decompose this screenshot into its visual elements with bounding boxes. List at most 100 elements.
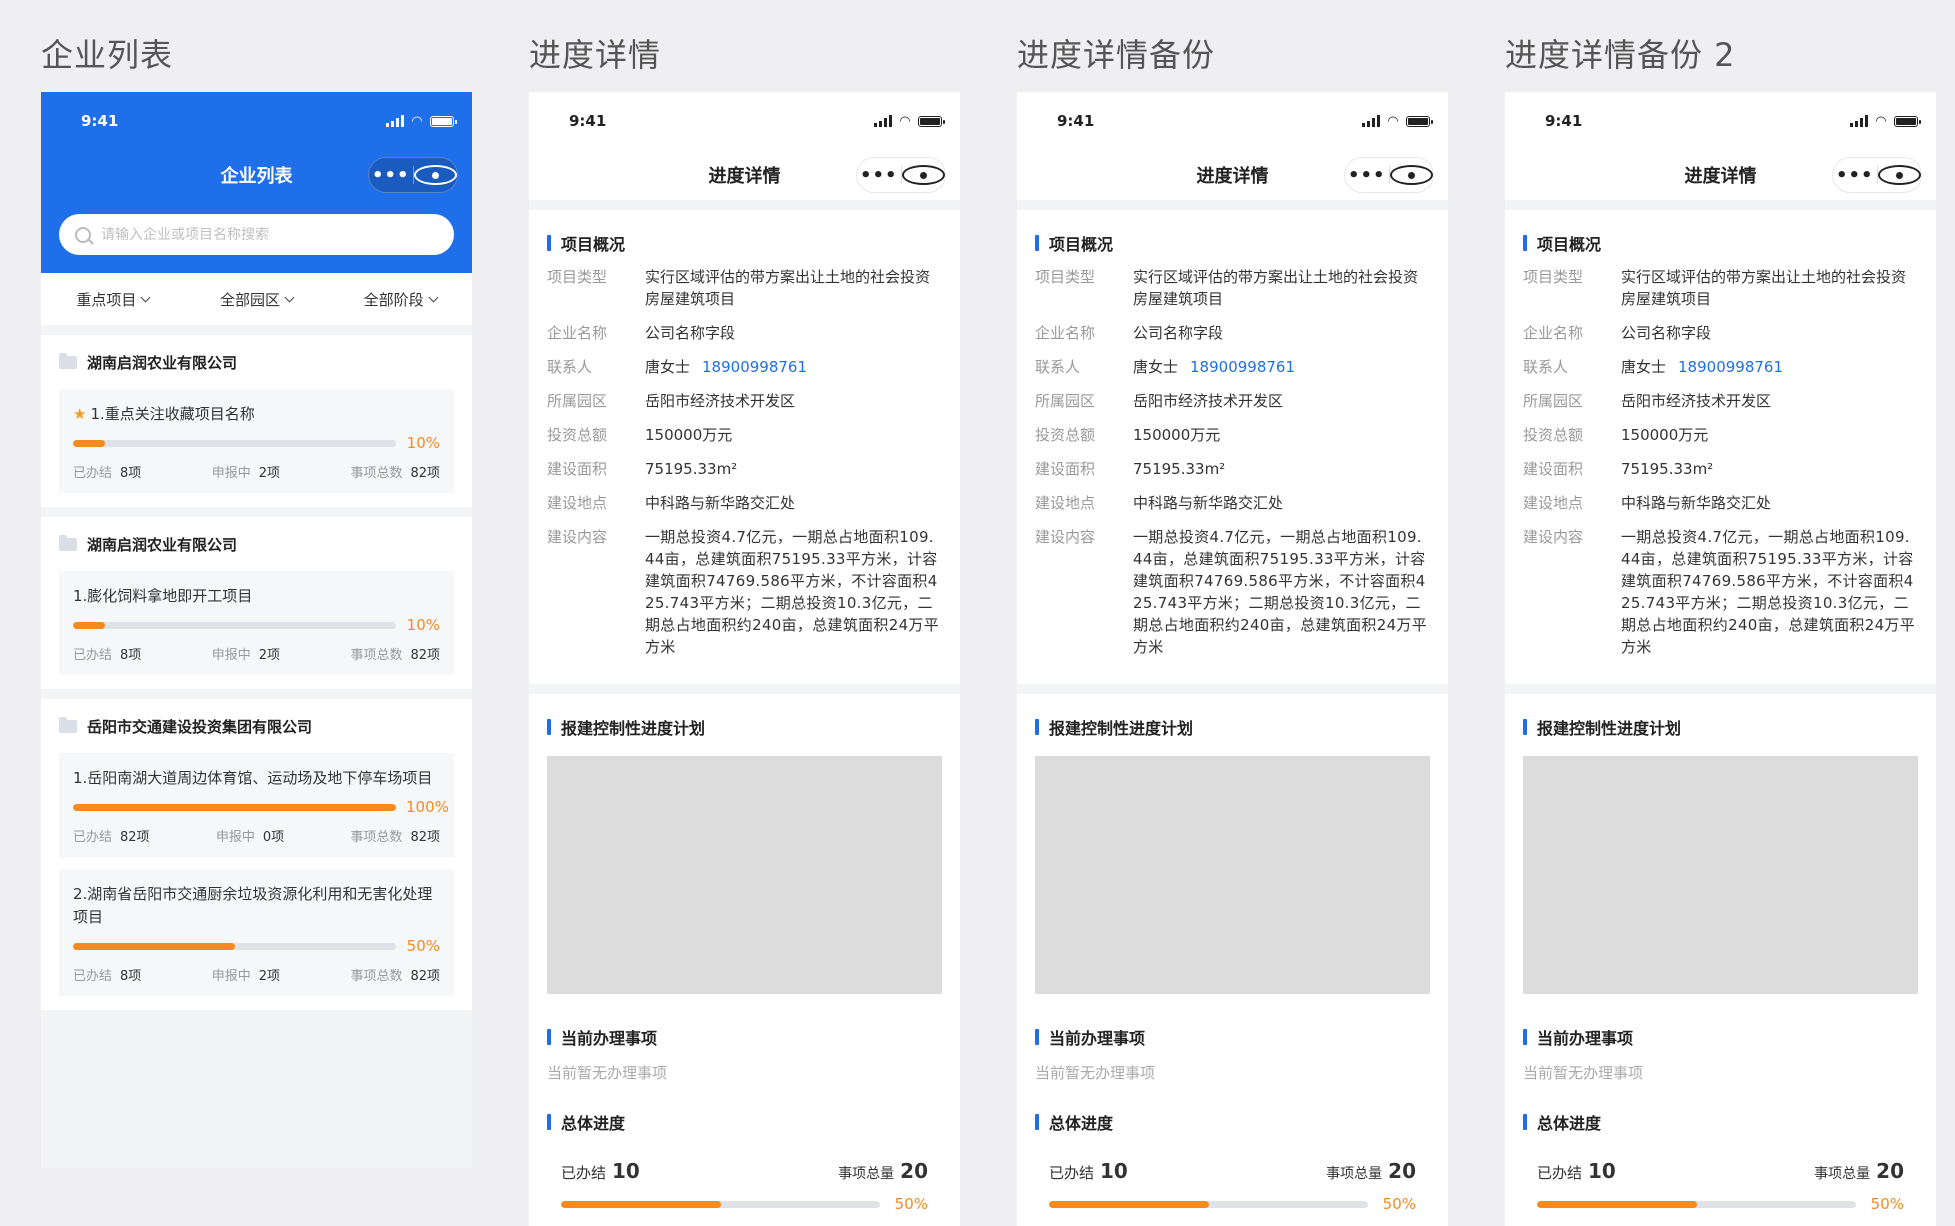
stat-reporting: 申报中 2项 [212,965,280,984]
search-input[interactable] [101,226,438,243]
field-value-text: 150000万元 [1133,426,1221,444]
project-name-text: 1.重点关注收藏项目名称 [90,405,255,423]
stat-done: 已办结 8项 [73,462,141,481]
contact-phone-link[interactable]: 18900998761 [702,358,807,376]
project-item[interactable]: 1.膨化饲料拿地即开工项目 10% 已办结 8项 申报中 2项 事项总数 82项 [59,571,454,675]
field-key: 建设内容 [1035,528,1096,546]
more-icon[interactable]: ••• [857,165,901,186]
stat-reporting: 申报中 0项 [216,826,284,845]
progress-track [1049,1200,1368,1208]
total-progress-bar: 50% [1035,1183,1430,1213]
header: 9:41 ◠ 进度详情 ••• [529,92,960,200]
progress-card: 报建控制性进度计划 当前办理事项 当前暂无办理事项 总体进度 已办结 10 事项总… [529,694,960,1226]
total-progress-counts: 已办结 10 事项总量 20 [1035,1145,1430,1183]
battery-icon [430,115,457,127]
company-name: 湖南启润农业有限公司 [87,353,238,372]
nav-title: 进度详情 [708,166,781,187]
field-key: 建设内容 [1523,528,1584,546]
progress-card: 报建控制性进度计划 当前办理事项 当前暂无办理事项 总体进度 已办结 10 事项总… [1017,694,1448,1226]
stat-label: 事项总数 [350,830,403,845]
field-value: 唐女士 18900998761 [1133,356,1430,378]
field-value-text: 中科路与新华路交汇处 [1621,494,1772,512]
stat-value: 8项 [120,969,142,984]
close-target-icon[interactable] [1877,165,1921,185]
field-key: 所属园区 [1523,392,1584,410]
field-key: 建设面积 [1035,460,1096,478]
done-count: 已办结 10 [1049,1159,1128,1183]
mini-program-capsule: ••• [856,157,946,193]
project-name: ★ 1.重点关注收藏项目名称 [73,403,440,426]
field-value-text: 公司名称字段 [1133,324,1224,342]
contact-phone-link[interactable]: 18900998761 [1678,358,1783,376]
header: 9:41 ◠ 企业列表 ••• [41,92,472,273]
field-row: 企业名称 公司名称字段 [1523,322,1918,344]
status-bar: 9:41 ◠ [1017,92,1448,150]
progress-fill [73,803,396,811]
field-key: 所属园区 [547,392,608,410]
project-stats: 已办结 8项 申报中 2项 事项总数 82项 [73,644,440,663]
field-row: 所属园区 岳阳市经济技术开发区 [547,390,942,412]
stat-value: 82项 [410,648,440,663]
field-row: 建设地点 中科路与新华路交汇处 [1035,492,1430,514]
filter-stage[interactable]: 全部阶段 [364,289,439,310]
battery-icon [1406,115,1433,127]
field-row: 建设内容 一期总投资4.7亿元，一期总占地面积109.44亩，总建筑面积75195… [547,526,942,658]
company-header[interactable]: 湖南启润农业有限公司 [59,517,454,571]
field-key: 所属园区 [1035,392,1096,410]
folder-icon [59,352,77,369]
star-icon[interactable]: ★ [73,403,86,426]
field-value: 中科路与新华路交汇处 [1621,492,1918,514]
folder-icon [59,534,77,551]
chevron-down-icon [140,292,151,302]
more-icon[interactable]: ••• [1833,165,1877,186]
close-target-icon[interactable] [901,165,945,185]
close-target-icon[interactable] [1389,165,1433,185]
status-time: 9:41 [569,112,607,130]
field-value-text: 唐女士 [645,358,691,376]
close-target-icon[interactable] [413,165,457,185]
company-header[interactable]: 岳阳市交通建设投资集团有限公司 [59,699,454,753]
stat-label: 已办结 [73,830,113,845]
progress-percent: 10% [406,616,440,634]
project-item[interactable]: 2.湖南省岳阳市交通厨余垃圾资源化利用和无害化处理项目 50% 已办结 8项 申报中 2项… [59,869,454,996]
field-value-text: 一期总投资4.7亿元，一期总占地面积109.44亩，总建筑面积75195.33平… [645,528,940,656]
stat-value: 82项 [410,466,440,481]
more-icon[interactable]: ••• [1345,165,1389,186]
field-value-text: 75195.33m² [1133,460,1226,478]
progress-detail-screen: 9:41 ◠ 进度详情 ••• 项目概况 项目类型 实行区域评估的带方案出让土地的… [529,92,960,1226]
field-key: 建设地点 [547,494,608,512]
project-item[interactable]: ★ 1.重点关注收藏项目名称 10% 已办结 8项 申报中 2项 事项总数 82项 [59,389,454,493]
progress-track [73,942,396,950]
done-count: 已办结 10 [561,1159,640,1183]
field-row: 联系人 唐女士 18900998761 [1523,356,1918,378]
field-key: 联系人 [547,358,593,376]
company-header[interactable]: 湖南启润农业有限公司 [59,335,454,389]
field-row: 所属园区 岳阳市经济技术开发区 [1523,390,1918,412]
field-value-text: 实行区域评估的带方案出让土地的社会投资房屋建筑项目 [645,268,931,308]
progress-fill [561,1200,721,1208]
field-value-text: 公司名称字段 [1621,324,1712,342]
overview-card: 项目概况 项目类型 实行区域评估的带方案出让土地的社会投资房屋建筑项目 企业名称 公司… [529,210,960,684]
project-item[interactable]: 1.岳阳南湖大道周边体育馆、运动场及地下停车场项目 100% 已办结 82项 申报中 0项… [59,753,454,857]
field-key: 投资总额 [547,426,608,444]
more-icon[interactable]: ••• [369,165,413,186]
progress-track [561,1200,880,1208]
field-value-text: 中科路与新华路交汇处 [1133,494,1284,512]
search-box[interactable] [59,214,454,255]
progress-fill [73,439,106,447]
field-value-text: 岳阳市经济技术开发区 [645,392,796,410]
stat-total: 事项总数 82项 [350,965,440,984]
contact-phone-link[interactable]: 18900998761 [1190,358,1295,376]
stat-value: 0项 [262,830,285,845]
field-row: 建设面积 75195.33m² [547,458,942,480]
plan-image-placeholder [547,756,942,994]
total-count: 事项总量 20 [1326,1159,1416,1183]
stat-value: 8项 [120,466,142,481]
field-value-text: 150000万元 [1621,426,1709,444]
progress-track [73,803,396,811]
filter-key-project[interactable]: 重点项目 [76,289,151,310]
company-name: 湖南启润农业有限公司 [87,535,238,554]
filter-park[interactable]: 全部园区 [220,289,295,310]
field-row: 联系人 唐女士 18900998761 [1035,356,1430,378]
header: 9:41 ◠ 进度详情 ••• [1017,92,1448,200]
